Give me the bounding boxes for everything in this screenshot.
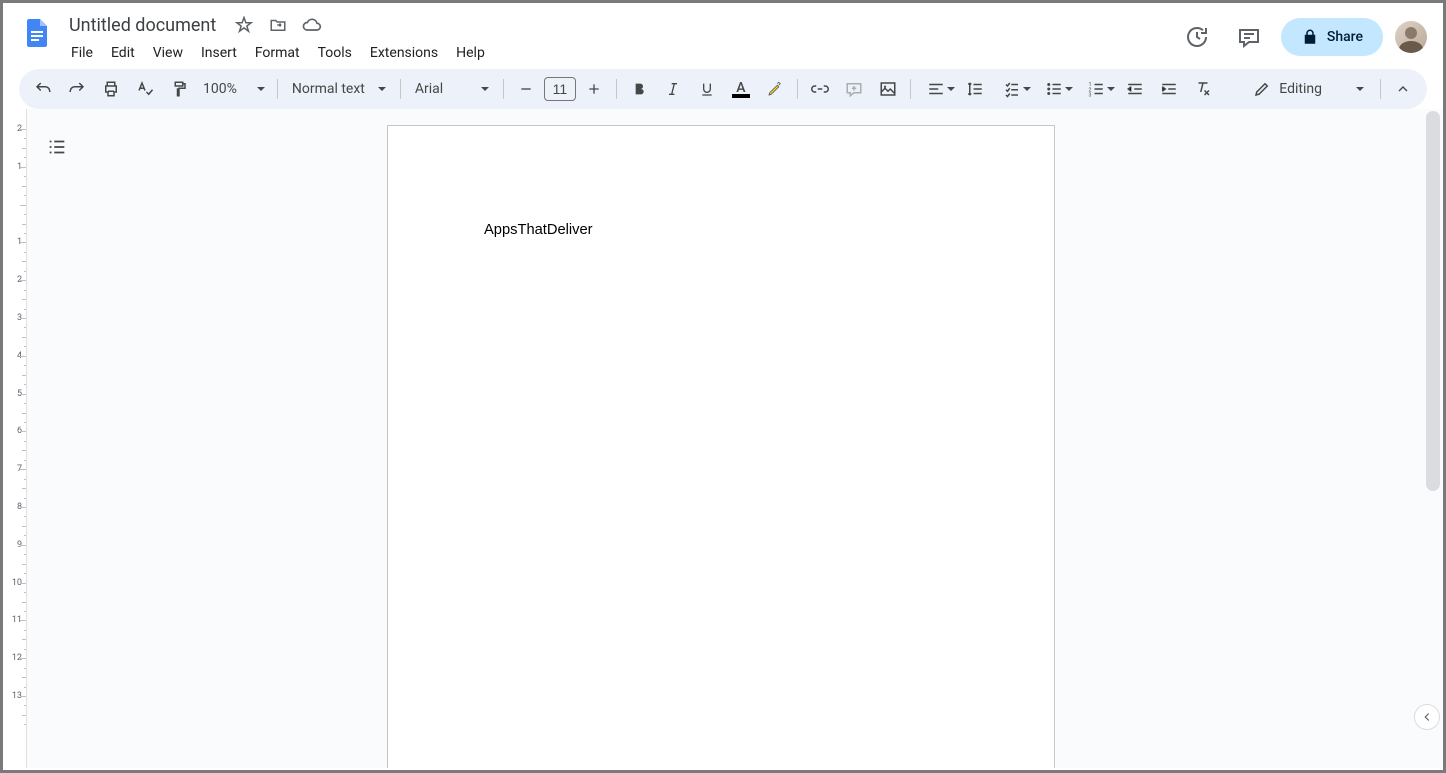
add-comment-button[interactable] <box>838 73 870 105</box>
menu-file[interactable]: File <box>63 41 101 65</box>
chevron-down-icon <box>378 87 386 91</box>
bulleted-list-button[interactable] <box>1035 73 1075 105</box>
history-icon[interactable] <box>1177 17 1217 57</box>
font-size-input[interactable] <box>544 77 576 101</box>
menu-edit[interactable]: Edit <box>103 41 143 65</box>
vertical-scrollbar[interactable] <box>1426 111 1440 491</box>
lock-icon <box>1301 28 1319 46</box>
paint-format-button[interactable] <box>163 73 195 105</box>
side-panel-toggle[interactable] <box>1414 704 1440 730</box>
style-value: Normal text <box>292 81 365 97</box>
comments-icon[interactable] <box>1229 17 1269 57</box>
menu-extensions[interactable]: Extensions <box>362 41 446 65</box>
decrease-font-size-button[interactable] <box>510 73 542 105</box>
clear-formatting-button[interactable] <box>1187 73 1219 105</box>
spellcheck-button[interactable] <box>129 73 161 105</box>
document-page[interactable]: AppsThatDeliver <box>387 125 1055 768</box>
zoom-select[interactable]: 100% <box>197 73 271 105</box>
redo-button[interactable] <box>61 73 93 105</box>
print-button[interactable] <box>95 73 127 105</box>
chevron-down-icon <box>257 87 265 91</box>
user-avatar[interactable] <box>1395 21 1427 53</box>
svg-text:3: 3 <box>1088 93 1091 99</box>
share-button[interactable]: Share <box>1281 18 1383 56</box>
chevron-down-icon <box>481 87 489 91</box>
toolbar: 100% Normal text Arial A 123 Editin <box>19 69 1427 109</box>
vertical-ruler[interactable]: 2112345678910111213 <box>3 109 27 768</box>
menubar: File Edit View Insert Format Tools Exten… <box>63 39 1169 69</box>
menu-format[interactable]: Format <box>247 41 308 65</box>
font-value: Arial <box>415 81 443 97</box>
document-text: AppsThatDeliver <box>484 222 593 238</box>
increase-indent-button[interactable] <box>1153 73 1185 105</box>
move-folder-icon[interactable] <box>266 13 290 37</box>
menu-insert[interactable]: Insert <box>193 41 245 65</box>
chevron-down-icon <box>1065 87 1073 91</box>
editing-mode-select[interactable]: Editing <box>1243 73 1374 105</box>
pencil-icon <box>1253 80 1271 98</box>
checklist-button[interactable] <box>993 73 1033 105</box>
italic-button[interactable] <box>657 73 689 105</box>
chevron-down-icon <box>1107 87 1115 91</box>
menu-tools[interactable]: Tools <box>310 41 360 65</box>
decrease-indent-button[interactable] <box>1119 73 1151 105</box>
document-title[interactable]: Untitled document <box>63 13 222 38</box>
menu-view[interactable]: View <box>145 41 191 65</box>
chevron-down-icon <box>1023 87 1031 91</box>
paragraph-style-select[interactable]: Normal text <box>284 73 394 105</box>
line-spacing-button[interactable] <box>959 73 991 105</box>
numbered-list-button[interactable]: 123 <box>1077 73 1117 105</box>
insert-image-button[interactable] <box>872 73 904 105</box>
highlight-color-button[interactable] <box>759 73 791 105</box>
bold-button[interactable] <box>623 73 655 105</box>
menu-help[interactable]: Help <box>448 41 493 65</box>
zoom-value: 100% <box>203 81 237 97</box>
docs-logo[interactable] <box>19 15 55 51</box>
chevron-down-icon <box>1356 87 1364 91</box>
insert-link-button[interactable] <box>804 73 836 105</box>
underline-button[interactable] <box>691 73 723 105</box>
text-color-button[interactable]: A <box>725 73 757 105</box>
font-family-select[interactable]: Arial <box>407 73 497 105</box>
share-label: Share <box>1327 29 1363 45</box>
undo-button[interactable] <box>27 73 59 105</box>
canvas-area[interactable]: AppsThatDeliver <box>27 109 1443 768</box>
increase-font-size-button[interactable] <box>578 73 610 105</box>
chevron-down-icon <box>947 87 955 91</box>
star-icon[interactable] <box>232 13 256 37</box>
document-outline-button[interactable] <box>39 129 75 165</box>
align-button[interactable] <box>917 73 957 105</box>
collapse-toolbar-button[interactable] <box>1387 73 1419 105</box>
mode-label: Editing <box>1279 81 1322 97</box>
cloud-status-icon[interactable] <box>300 13 324 37</box>
